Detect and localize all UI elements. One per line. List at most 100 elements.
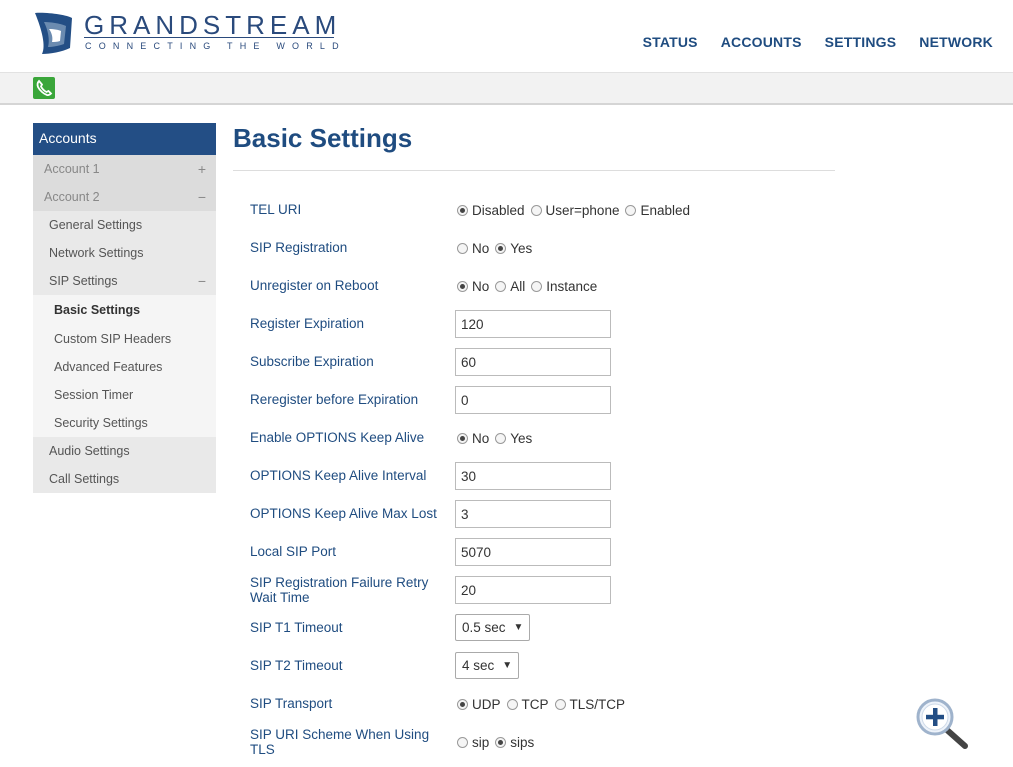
options-keep-alive-interval-input[interactable]: [455, 462, 611, 490]
sidebar-item-custom-sip-headers[interactable]: Custom SIP Headers: [33, 325, 216, 353]
sidebar-item-label: Account 2: [44, 190, 100, 204]
sidebar-item-session-timer[interactable]: Session Timer: [33, 381, 216, 409]
logo-tagline: CONNECTING THE WORLD: [85, 41, 346, 51]
uri-scheme-sips-radio[interactable]: [495, 737, 507, 748]
nav-settings[interactable]: SETTINGS: [825, 34, 897, 50]
unregister-radio-group: No All Instance: [455, 279, 601, 294]
caret-down-icon: ▼: [502, 660, 513, 671]
sidebar-item-label: Session Timer: [54, 388, 134, 402]
sidebar-item-network-settings[interactable]: Network Settings: [33, 239, 216, 267]
option-label: Yes: [510, 431, 533, 446]
sidebar-item-account-1[interactable]: Account 1 +: [33, 155, 216, 183]
field-label: OPTIONS Keep Alive Max Lost: [250, 506, 437, 521]
select-value: 0.5 sec: [462, 620, 506, 635]
option-label: No: [472, 241, 490, 256]
sidebar-item-advanced-features[interactable]: Advanced Features: [33, 353, 216, 381]
option-label: No: [472, 431, 490, 446]
transport-udp-radio[interactable]: [457, 699, 468, 710]
sidebar-item-label: SIP Settings: [49, 274, 118, 288]
unregister-no-radio[interactable]: [457, 281, 468, 292]
field-label: SIP Registration Failure Retry Wait Time: [250, 575, 429, 605]
sidebar-title: Accounts: [33, 123, 216, 155]
local-sip-port-input[interactable]: [455, 538, 611, 566]
field-label: SIP Transport: [250, 696, 333, 711]
header: GRANDSTREAM CONNECTING THE WORLD STATUS …: [0, 0, 1013, 72]
option-label: All: [510, 279, 526, 294]
keep-alive-yes-radio[interactable]: [495, 433, 507, 444]
phone-button[interactable]: [33, 77, 55, 99]
logo-swoosh-icon: [35, 12, 72, 54]
nav-accounts[interactable]: ACCOUNTS: [721, 34, 802, 50]
transport-tcp-radio[interactable]: [506, 699, 518, 710]
tel-uri-userphone-radio[interactable]: [530, 205, 542, 216]
register-expiration-input[interactable]: [455, 310, 611, 338]
field-label: SIP Registration: [250, 240, 348, 255]
sidebar: Accounts Account 1 + Account 2 − General…: [33, 123, 216, 493]
options-keep-alive-max-lost-input[interactable]: [455, 500, 611, 528]
field-label: SIP T2 Timeout: [250, 658, 343, 673]
logo-divider: [84, 37, 334, 38]
field-label: Subscribe Expiration: [250, 354, 374, 369]
sidebar-item-label: Security Settings: [54, 416, 148, 430]
collapse-minus-icon[interactable]: −: [198, 267, 206, 295]
tel-uri-radio-group: Disabled User=phone Enabled: [455, 203, 694, 218]
sip-registration-radio-group: No Yes: [455, 241, 536, 256]
option-label: Yes: [510, 241, 533, 256]
option-label: TLS/TCP: [569, 697, 626, 712]
sip-t2-timeout-select[interactable]: 4 sec ▼: [455, 652, 520, 679]
option-label: User=phone: [545, 203, 620, 218]
sidebar-item-security-settings[interactable]: Security Settings: [33, 409, 216, 437]
grandstream-logo[interactable]: GRANDSTREAM CONNECTING THE WORLD: [32, 10, 342, 58]
tel-uri-disabled-radio[interactable]: [457, 205, 468, 216]
sip-transport-radio-group: UDP TCP TLS/TCP: [455, 697, 629, 712]
option-label: UDP: [472, 697, 501, 712]
nav-status[interactable]: STATUS: [643, 34, 698, 50]
nav-network[interactable]: NETWORK: [919, 34, 993, 50]
field-label: Reregister before Expiration: [250, 392, 419, 407]
sidebar-item-sip-settings[interactable]: SIP Settings −: [33, 267, 216, 295]
option-label: Disabled: [472, 203, 525, 218]
sidebar-item-basic-settings[interactable]: Basic Settings: [33, 295, 216, 325]
field-label: Register Expiration: [250, 316, 365, 331]
field-label: Unregister on Reboot: [250, 278, 379, 293]
select-value: 4 sec: [462, 658, 495, 673]
zoom-in-icon: [916, 698, 968, 749]
unregister-instance-radio[interactable]: [531, 281, 543, 292]
sip-uri-scheme-radio-group: sip sips: [455, 735, 538, 750]
sidebar-item-general-settings[interactable]: General Settings: [33, 211, 216, 239]
caret-down-icon: ▼: [513, 622, 524, 633]
field-label: Enable OPTIONS Keep Alive: [250, 430, 425, 445]
field-label: SIP T1 Timeout: [250, 620, 343, 635]
tel-uri-enabled-radio[interactable]: [625, 205, 637, 216]
sidebar-item-label: Basic Settings: [54, 303, 141, 317]
sip-registration-yes-radio[interactable]: [495, 243, 507, 254]
zoom-in-button[interactable]: [915, 698, 969, 750]
sidebar-item-label: Advanced Features: [54, 360, 163, 374]
transport-tls-tcp-radio[interactable]: [554, 699, 566, 710]
sidebar-item-label: Account 1: [44, 162, 100, 176]
collapse-minus-icon[interactable]: −: [198, 183, 206, 211]
sidebar-item-account-2[interactable]: Account 2 −: [33, 183, 216, 211]
sidebar-item-label: General Settings: [49, 218, 143, 232]
toolbar: [0, 72, 1013, 105]
sidebar-item-label: Network Settings: [49, 246, 144, 260]
uri-scheme-sip-radio[interactable]: [457, 737, 468, 748]
option-label: sips: [510, 735, 535, 750]
main-panel: Basic Settings TEL URI Disabled User=pho…: [233, 123, 835, 757]
field-label: OPTIONS Keep Alive Interval: [250, 468, 427, 483]
sip-t1-timeout-select[interactable]: 0.5 sec ▼: [455, 614, 531, 641]
expand-plus-icon[interactable]: +: [198, 155, 206, 183]
field-label: SIP URI Scheme When Using TLS: [250, 727, 430, 757]
option-label: No: [472, 279, 490, 294]
sidebar-item-call-settings[interactable]: Call Settings: [33, 465, 216, 493]
option-label: TCP: [521, 697, 549, 712]
sidebar-item-audio-settings[interactable]: Audio Settings: [33, 437, 216, 465]
keep-alive-no-radio[interactable]: [457, 433, 468, 444]
sidebar-item-label: Custom SIP Headers: [54, 332, 172, 346]
reregister-before-expiration-input[interactable]: [455, 386, 611, 414]
subscribe-expiration-input[interactable]: [455, 348, 611, 376]
sip-reg-failure-retry-input[interactable]: [455, 576, 611, 604]
title-divider: [233, 170, 835, 171]
unregister-all-radio[interactable]: [495, 281, 507, 292]
sip-registration-no-radio[interactable]: [457, 243, 468, 254]
